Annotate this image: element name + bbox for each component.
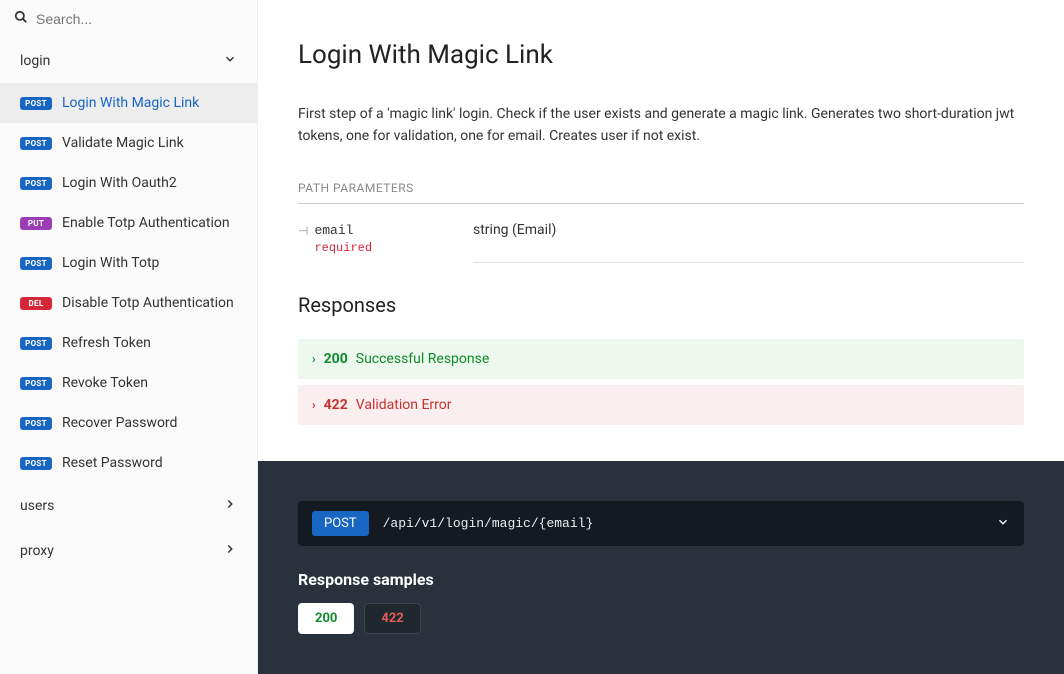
sidebar-item[interactable]: POST Login With Totp xyxy=(0,243,257,283)
sidebar-item-label: Refresh Token xyxy=(62,335,151,351)
sidebar-group-proxy[interactable]: proxy xyxy=(0,528,257,573)
method-badge: POST xyxy=(20,417,52,430)
parameter-name: email xyxy=(314,223,353,238)
search-bar xyxy=(0,0,257,38)
endpoint-path: /api/v1/login/magic/{email} xyxy=(383,516,982,531)
sidebar-item[interactable]: POST Revoke Token xyxy=(0,363,257,403)
endpoint-method-badge: POST xyxy=(312,511,369,536)
path-parameters-label: PATH PARAMETERS xyxy=(298,181,1024,204)
sidebar-item[interactable]: POST Recover Password xyxy=(0,403,257,443)
parameter-type: string (Email) xyxy=(473,222,1024,263)
method-badge: POST xyxy=(20,257,52,270)
method-badge: POST xyxy=(20,377,52,390)
sidebar-item[interactable]: POST Login With Magic Link xyxy=(0,83,257,123)
parameter-row: ⊣ email required string (Email) xyxy=(298,222,1024,263)
response-samples-heading: Response samples xyxy=(298,570,1024,589)
operation-description: First step of a 'magic link' login. Chec… xyxy=(298,104,1024,147)
sample-tab-200[interactable]: 200 xyxy=(298,603,354,634)
sidebar-item-label: Reset Password xyxy=(62,455,163,471)
sample-tab-422[interactable]: 422 xyxy=(364,603,420,634)
sidebar-group-login[interactable]: login xyxy=(0,38,257,83)
sidebar-item[interactable]: PUT Enable Totp Authentication xyxy=(0,203,257,243)
parameter-required: required xyxy=(314,241,372,255)
samples-panel: POST /api/v1/login/magic/{email} Respons… xyxy=(258,461,1064,674)
method-badge: DEL xyxy=(20,297,52,310)
sidebar-item[interactable]: DEL Disable Totp Authentication xyxy=(0,283,257,323)
sidebar-item[interactable]: POST Refresh Token xyxy=(0,323,257,363)
response-text: Successful Response xyxy=(356,351,490,367)
sidebar-item-label: Validate Magic Link xyxy=(62,135,184,151)
search-input[interactable] xyxy=(36,11,243,27)
sidebar: login POST Login With Magic Link POST Valida… xyxy=(0,0,258,674)
sidebar-group-label: login xyxy=(20,53,50,69)
sidebar-item-label: Disable Totp Authentication xyxy=(62,295,234,311)
response-code: 200 xyxy=(324,351,348,367)
responses-heading: Responses xyxy=(298,293,1024,317)
sidebar-item-label: Login With Magic Link xyxy=(62,95,199,111)
sidebar-item[interactable]: POST Reset Password xyxy=(0,443,257,483)
response-text: Validation Error xyxy=(356,397,452,413)
chevron-right-icon xyxy=(223,542,237,559)
sidebar-item[interactable]: POST Login With Oauth2 xyxy=(0,163,257,203)
chevron-down-icon xyxy=(996,515,1010,533)
sidebar-item-label: Enable Totp Authentication xyxy=(62,215,230,231)
method-badge: POST xyxy=(20,337,52,350)
chevron-right-icon: › xyxy=(312,398,316,412)
sidebar-group-label: proxy xyxy=(20,543,54,559)
method-badge: POST xyxy=(20,137,52,150)
method-badge: POST xyxy=(20,177,52,190)
method-badge: POST xyxy=(20,97,52,110)
sidebar-item-label: Login With Oauth2 xyxy=(62,175,177,191)
search-icon xyxy=(14,10,28,28)
sidebar-item-label: Recover Password xyxy=(62,415,177,431)
response-code: 422 xyxy=(324,397,348,413)
sidebar-item-label: Revoke Token xyxy=(62,375,148,391)
sidebar-item[interactable]: POST Validate Magic Link xyxy=(0,123,257,163)
chevron-right-icon xyxy=(223,497,237,514)
response-row-200[interactable]: › 200 Successful Response xyxy=(298,339,1024,379)
response-row-422[interactable]: › 422 Validation Error xyxy=(298,385,1024,425)
sidebar-item-label: Login With Totp xyxy=(62,255,159,271)
method-badge: PUT xyxy=(20,217,52,230)
endpoint-bar[interactable]: POST /api/v1/login/magic/{email} xyxy=(298,501,1024,546)
main-content: Login With Magic Link First step of a 'm… xyxy=(258,0,1064,674)
chevron-down-icon xyxy=(223,52,237,69)
sidebar-group-users[interactable]: users xyxy=(0,483,257,528)
method-badge: POST xyxy=(20,457,52,470)
page-title: Login With Magic Link xyxy=(298,40,1024,70)
tree-mark-icon: ⊣ xyxy=(298,222,308,254)
sidebar-group-label: users xyxy=(20,498,54,514)
chevron-right-icon: › xyxy=(312,352,316,366)
